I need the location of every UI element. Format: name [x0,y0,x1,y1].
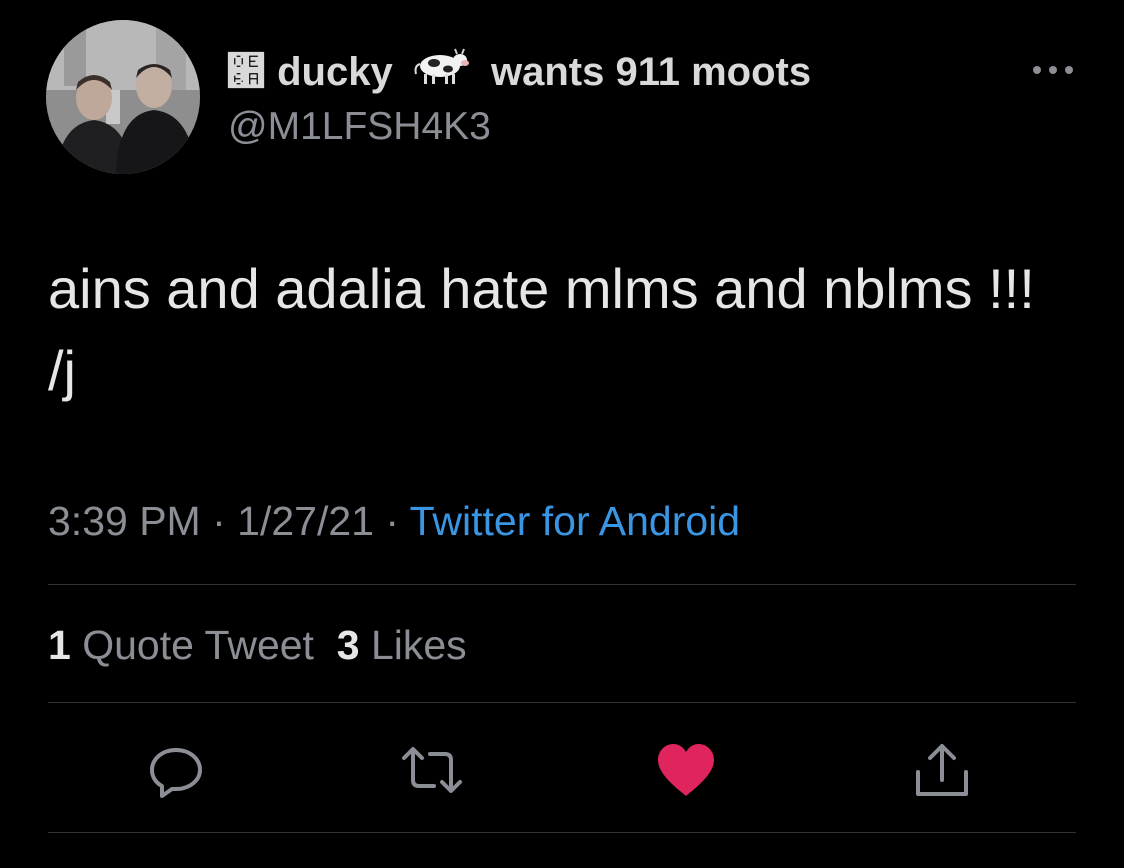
heart-icon[interactable] [654,738,718,802]
tweet-text: ains and adalia hate mlms and nblms !!! … [48,257,1035,402]
more-options-icon[interactable] [1028,58,1078,82]
divider [48,832,1076,833]
likes-stat[interactable]: 3 Likes [337,622,467,668]
share-icon[interactable] [910,738,974,802]
cow-emoji [410,46,470,97]
author-display-name[interactable]: ๪ ducky wants 911 moots [226,46,811,103]
quote-tweets-stat[interactable]: 1 Quote Tweet [48,622,314,668]
reply-icon[interactable] [144,738,208,802]
tweet-source-link[interactable]: Twitter for Android [410,498,740,544]
author-handle[interactable]: @M1LFSH4K3 [228,104,491,150]
tweet-time[interactable]: 3:39 PM [48,498,201,544]
retweet-icon[interactable] [400,738,464,802]
meta-separator: · [200,498,238,544]
quote-label: Quote Tweet [82,622,314,668]
display-name-prefix: ๪ ducky [226,50,393,95]
quote-count: 1 [48,622,71,668]
avatar[interactable] [46,20,200,174]
tweet-stats: 1 Quote Tweet 3 Likes [48,620,467,670]
display-name-suffix: wants 911 moots [490,50,812,95]
divider [48,702,1076,703]
tweet-date[interactable]: 1/27/21 [237,498,374,544]
meta-separator: · [373,498,410,544]
divider [48,584,1076,585]
tweet-meta: 3:39 PM · 1/27/21 · Twitter for Android [48,496,740,546]
likes-label: Likes [370,622,467,668]
like-count: 3 [336,622,360,668]
